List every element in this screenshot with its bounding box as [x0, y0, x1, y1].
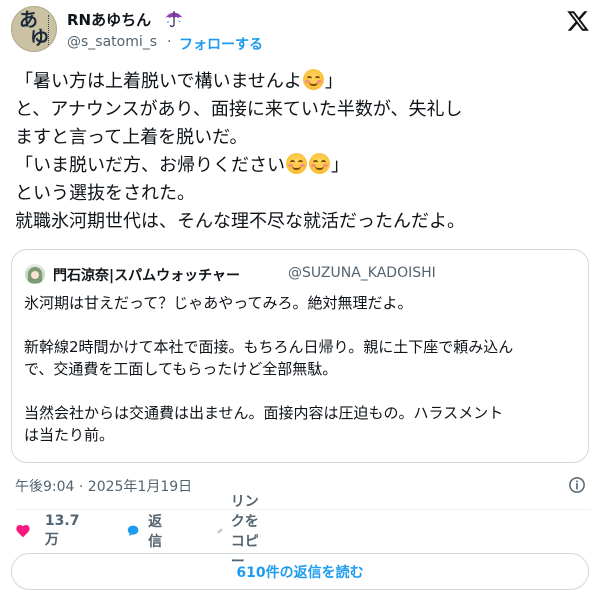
- reply-bubble-icon: [127, 525, 139, 537]
- tweet-line: 「暑い方は上着脱いで構いませんよ 」: [15, 68, 591, 96]
- quoted-author-name: 門石涼奈|スパムウォッチャー: [53, 268, 240, 284]
- avatar-decoration: [48, 15, 51, 45]
- author-handle[interactable]: @s_satomi_s: [67, 34, 157, 50]
- x-logo-icon[interactable]: [566, 9, 590, 33]
- tweet-line-text: 」: [324, 71, 343, 92]
- read-replies-button[interactable]: 610件の返信を読む: [11, 553, 589, 590]
- tweet-line-text: 「いま脱いだ方、お帰りください: [15, 155, 285, 176]
- divider: [15, 509, 591, 510]
- tweet-text: 「暑い方は上着脱いで構いませんよ」 と、アナウンスがあり、面接に来ていた半数が、…: [15, 68, 591, 236]
- copy-link-button[interactable]: リンクをコピー: [217, 494, 259, 570]
- reply-button[interactable]: 返信: [126, 514, 168, 550]
- quoted-line: 当然会社からは交通費は出ません。面接内容は圧迫もの。ハラスメント: [24, 404, 504, 422]
- handle-separator: ·: [167, 34, 172, 50]
- reply-label: 返信: [148, 514, 163, 550]
- blushing-smile-emoji-icon: [286, 153, 307, 174]
- umbrella-icon: [165, 11, 183, 28]
- info-icon[interactable]: [568, 476, 586, 494]
- author-avatar[interactable]: あ ゆ: [11, 6, 57, 52]
- tweet-line-text: 」: [331, 155, 349, 176]
- quoted-line: 氷河期は甘えだって？じゃあやってみろ。絶対無理だよ。: [24, 294, 413, 312]
- like-button[interactable]: 13.7万: [15, 513, 84, 548]
- like-count: 13.7万: [44, 513, 80, 548]
- tweet-timestamp[interactable]: 午後9:04 · 2025年1月19日: [15, 476, 192, 496]
- blushing-smile-emoji-icon: [302, 69, 324, 90]
- avatar-glyph-yu: ゆ: [30, 27, 50, 49]
- quoted-tweet-card[interactable]: 門石涼奈|スパムウォッチャー @SUZUNA_KADOISHI 氷河期は甘えだっ…: [11, 249, 589, 463]
- tweet-line: 「いま脱いだ方、お帰りください 」: [15, 152, 591, 180]
- tweet-line: ますと言って上着を脱いだ。: [15, 127, 248, 148]
- quoted-author-handle: @SUZUNA_KADOISHI: [288, 265, 436, 281]
- author-name[interactable]: RNあゆちん: [67, 9, 151, 30]
- tweet-line-text: 「暑い方は上着脱いで構いませんよ: [15, 71, 302, 92]
- blushing-smile-emoji-icon: [309, 153, 330, 174]
- follow-button[interactable]: フォローする: [179, 34, 263, 54]
- avatar-face: [31, 271, 39, 279]
- quoted-line: 新幹線2時間かけて本社で面接。もちろん日帰り。親に土下座で頼み込ん: [24, 338, 514, 356]
- tweet-line: という選抜をされた。: [15, 183, 195, 204]
- quoted-author-avatar: [25, 264, 45, 284]
- quoted-tweet-text: 氷河期は甘えだって？じゃあやってみろ。絶対無理だよ。 新幹線2時間かけて本社で面…: [24, 292, 580, 446]
- link-icon: [217, 528, 223, 534]
- tweet-line: と、アナウンスがあり、面接に来ていた半数が、失礼し: [15, 99, 463, 120]
- tweet-line: 就職氷河期世代は、そんな理不尽な就活だったんだよ。: [15, 211, 465, 232]
- quoted-line: は当たり前。: [24, 426, 115, 444]
- heart-icon: [16, 525, 30, 538]
- quoted-line: で、交通費を工面してもらったけど全部無駄。: [24, 360, 338, 378]
- read-replies-label: 610件の返信を読む: [236, 564, 364, 581]
